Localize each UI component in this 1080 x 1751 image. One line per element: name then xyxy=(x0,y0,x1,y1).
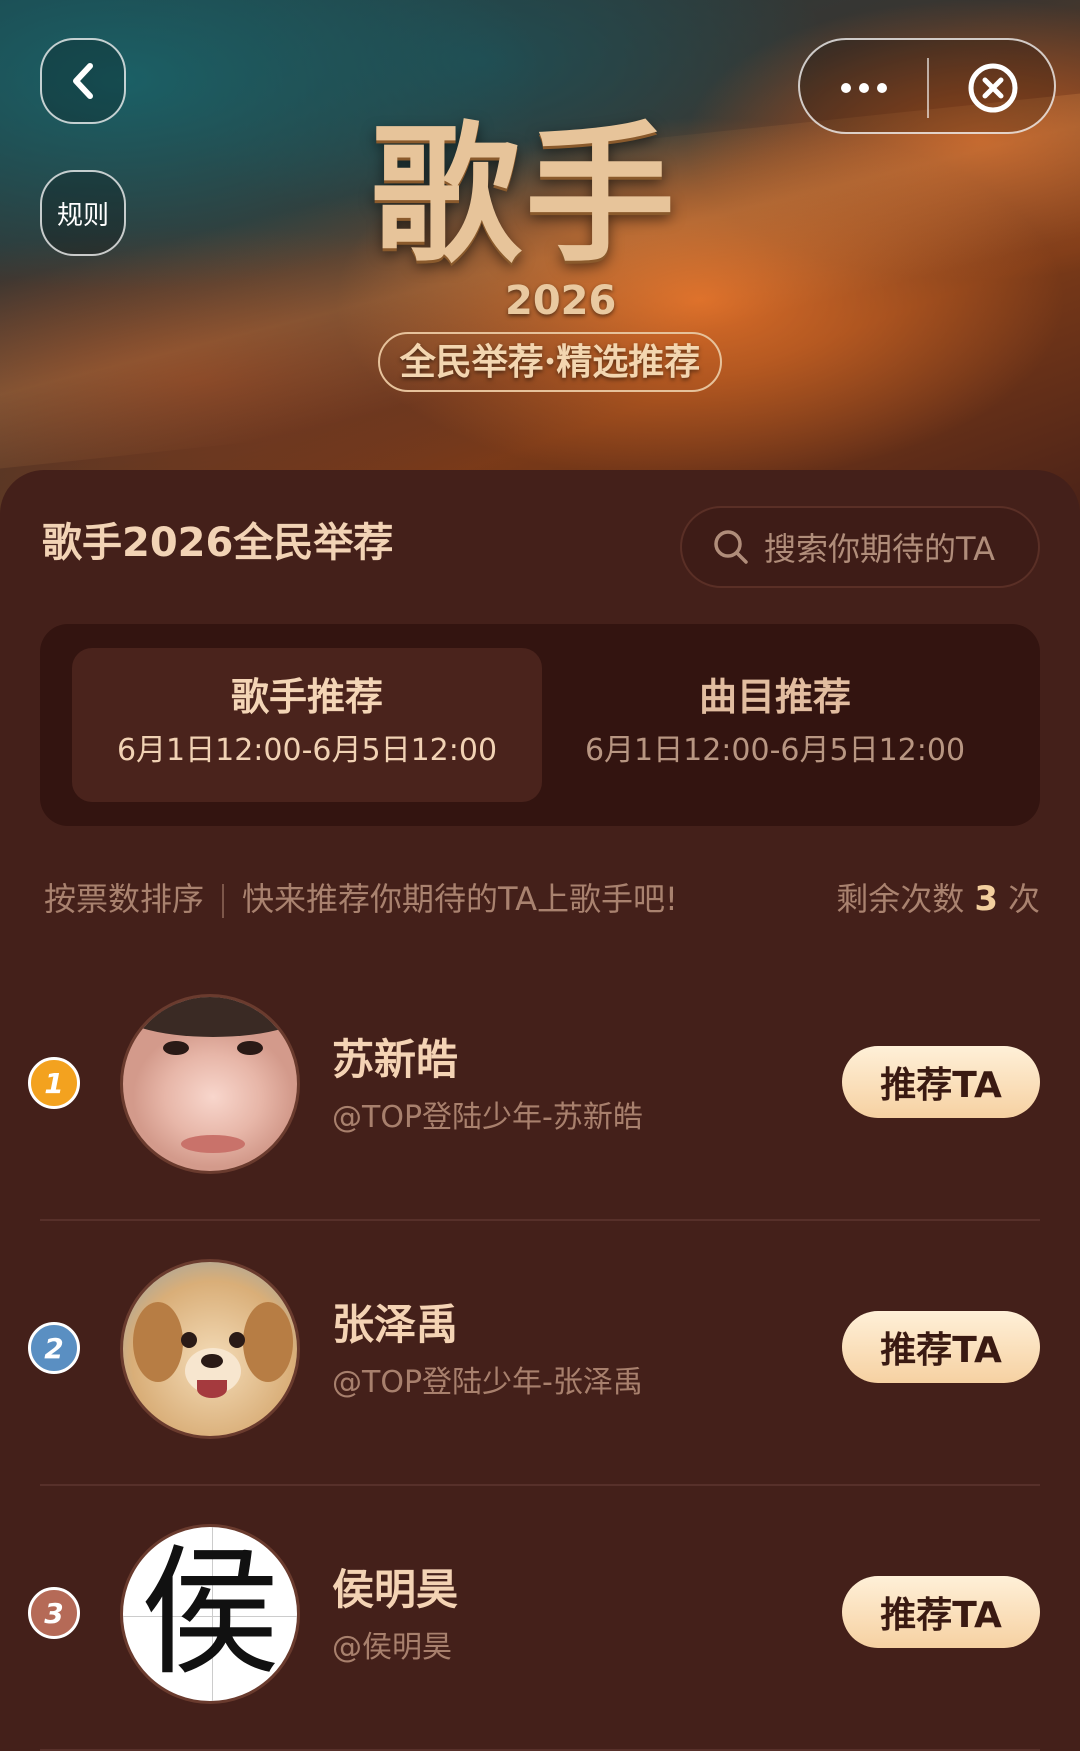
sort-label: 按票数排序 xyxy=(44,880,205,918)
list-item: 1 苏新皓 @TOP登陆少年-苏新皓 推荐TA xyxy=(0,956,1080,1221)
list-item: 2 张泽禹 @TOP登陆少年-张泽禹 推荐TA xyxy=(0,1221,1080,1486)
remaining-votes: 剩余次数 3 次 xyxy=(836,874,1040,920)
tab-time: 6月1日12:00-6月5日12:00 xyxy=(584,733,966,768)
more-button[interactable] xyxy=(800,40,927,136)
candidate-handle: @TOP登陆少年-苏新皓 xyxy=(332,1100,643,1135)
logo-slogan: 全民举荐·精选推荐 xyxy=(378,332,722,392)
recommend-tabs: 歌手推荐 6月1日12:00-6月5日12:00 曲目推荐 6月1日12:00-… xyxy=(40,624,1040,826)
content-panel: 歌手2026全民举荐 搜索你期待的TA 歌手推荐 6月1日12:00-6月5日1… xyxy=(0,470,1080,1751)
rank-badge: 1 xyxy=(28,1057,80,1109)
recommend-button[interactable]: 推荐TA xyxy=(842,1046,1040,1118)
close-circle-icon xyxy=(968,63,1017,113)
close-button[interactable] xyxy=(929,40,1056,136)
candidate-name: 苏新皓 xyxy=(332,1035,459,1084)
recommend-button[interactable]: 推荐TA xyxy=(842,1576,1040,1648)
candidate-name: 张泽禹 xyxy=(332,1300,459,1349)
back-button[interactable] xyxy=(40,38,126,124)
tab-singer-recommend[interactable]: 歌手推荐 6月1日12:00-6月5日12:00 xyxy=(72,648,542,802)
hint-row: 按票数排序 快来推荐你期待的TA上歌手吧! 剩余次数 3 次 xyxy=(44,874,1040,924)
list-item: 3 侯 侯明昊 @侯明昊 推荐TA xyxy=(0,1486,1080,1751)
hint-left: 按票数排序 快来推荐你期待的TA上歌手吧! xyxy=(44,874,678,920)
hero-banner: 歌手 2026 全民举荐·精选推荐 规则 xyxy=(0,0,1080,520)
page-title: 歌手2026全民举荐 xyxy=(42,520,394,566)
avatar[interactable] xyxy=(120,1259,300,1439)
search-placeholder: 搜索你期待的TA xyxy=(764,530,995,568)
tab-label: 歌手推荐 xyxy=(230,675,383,719)
search-icon xyxy=(714,530,748,564)
mini-program-capsule xyxy=(798,38,1056,134)
rules-button[interactable]: 规则 xyxy=(40,170,126,256)
candidate-handle: @侯明昊 xyxy=(332,1630,452,1665)
chevron-left-icon xyxy=(73,63,93,99)
tab-label: 曲目推荐 xyxy=(698,675,851,719)
rank-badge: 3 xyxy=(28,1587,80,1639)
tab-time: 6月1日12:00-6月5日12:00 xyxy=(116,733,498,768)
recommend-button[interactable]: 推荐TA xyxy=(842,1311,1040,1383)
search-input[interactable]: 搜索你期待的TA xyxy=(680,506,1040,588)
avatar[interactable] xyxy=(120,994,300,1174)
tab-song-recommend[interactable]: 曲目推荐 6月1日12:00-6月5日12:00 xyxy=(540,648,1010,802)
candidate-list: 1 苏新皓 @TOP登陆少年-苏新皓 推荐TA 2 张泽禹 @TOP登陆少年-张… xyxy=(0,956,1080,1751)
candidate-name: 侯明昊 xyxy=(332,1565,459,1614)
candidate-handle: @TOP登陆少年-张泽禹 xyxy=(332,1365,643,1400)
remaining-suffix: 次 xyxy=(1007,880,1040,918)
remaining-count: 3 xyxy=(974,879,998,919)
avatar-character: 侯 xyxy=(139,1532,280,1695)
avatar[interactable]: 侯 xyxy=(120,1524,300,1704)
hint-cta: 快来推荐你期待的TA上歌手吧! xyxy=(242,880,678,918)
hint-divider xyxy=(222,884,225,918)
more-dots-icon xyxy=(840,83,887,93)
remaining-prefix: 剩余次数 xyxy=(836,880,965,918)
logo-year: 2026 xyxy=(505,278,617,324)
rank-badge: 2 xyxy=(28,1322,80,1374)
rules-label: 规则 xyxy=(56,200,109,231)
